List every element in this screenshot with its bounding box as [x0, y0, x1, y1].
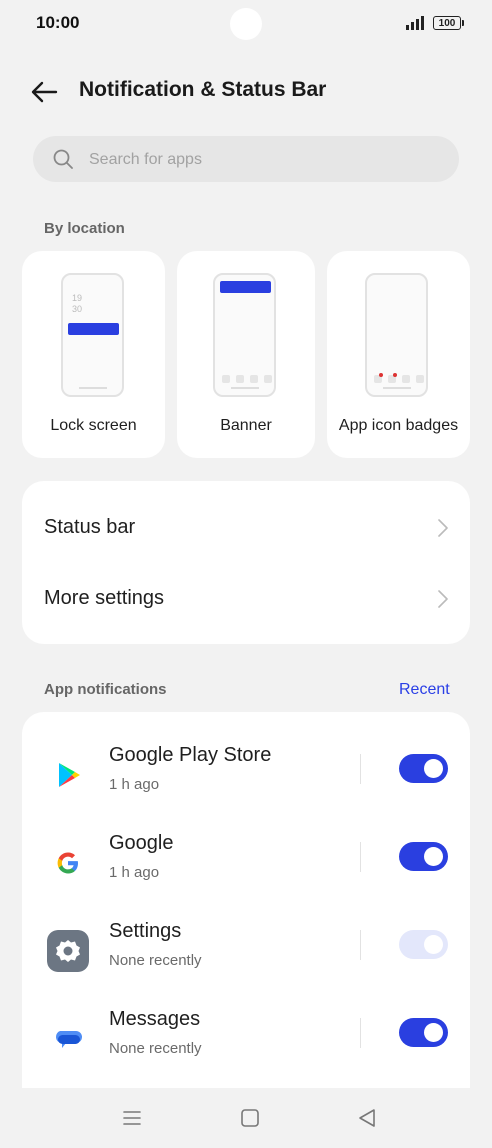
section-label-app-notifications: App notifications — [44, 681, 167, 698]
recent-apps-menu-icon[interactable] — [120, 1106, 144, 1130]
messages-icon — [47, 1018, 89, 1060]
settings-card: Status bar More settings — [22, 481, 470, 644]
page-title: Notification & Status Bar — [79, 78, 327, 101]
settings-gear-icon — [47, 930, 89, 972]
google-icon — [47, 842, 89, 884]
row-divider — [360, 1018, 361, 1048]
settings-row-status-bar[interactable]: Status bar — [22, 493, 470, 563]
toggle-knob — [424, 1023, 443, 1042]
settings-row-more-settings[interactable]: More settings — [22, 564, 470, 634]
settings-row-label: More settings — [44, 587, 165, 609]
back-arrow-icon[interactable] — [30, 78, 58, 106]
google-play-store-icon — [47, 754, 89, 796]
home-indicator — [79, 387, 107, 389]
page-header: Notification & Status Bar — [0, 68, 492, 116]
app-name: Settings — [109, 920, 182, 942]
toggle-knob — [424, 847, 443, 866]
row-divider — [360, 754, 361, 784]
app-row-messages[interactable]: Messages None recently — [22, 1004, 470, 1088]
chevron-right-icon — [438, 590, 448, 608]
banner-preview — [213, 273, 276, 397]
settings-row-label: Status bar — [44, 516, 136, 538]
app-name: Messages — [109, 1008, 201, 1030]
battery-icon: 100 — [433, 16, 461, 30]
sort-recent-button[interactable]: Recent — [399, 681, 450, 699]
app-last-notified: 1 h ago — [109, 864, 160, 881]
app-row-google[interactable]: Google 1 h ago — [22, 828, 470, 916]
location-card-lock-screen[interactable]: 19 30 Lock screen — [22, 251, 165, 458]
system-navigation-bar — [0, 1088, 492, 1148]
location-label: Banner — [220, 417, 272, 434]
back-triangle-icon[interactable] — [355, 1106, 379, 1130]
status-time: 10:00 — [36, 13, 80, 32]
location-card-banner[interactable]: Banner — [177, 251, 315, 458]
dock-icons — [222, 375, 272, 383]
app-row-google-play-store[interactable]: Google Play Store 1 h ago — [22, 740, 470, 828]
app-last-notified: 1 h ago — [109, 776, 160, 793]
app-row-settings[interactable]: Settings None recently — [22, 916, 470, 1004]
chevron-right-icon — [438, 519, 448, 537]
badges-preview — [365, 273, 428, 397]
banner-preview-bar — [220, 281, 271, 293]
notification-toggle-disabled — [399, 930, 448, 959]
app-name: Google Play Store — [109, 744, 272, 766]
battery-level: 100 — [438, 18, 456, 29]
status-bar: 10:00 100 — [0, 0, 492, 48]
search-bar[interactable] — [33, 136, 459, 184]
notification-toggle[interactable] — [399, 842, 448, 871]
toggle-knob — [424, 759, 443, 778]
dock-icons-with-badges — [374, 373, 424, 383]
battery-tip — [462, 20, 464, 26]
row-divider — [360, 930, 361, 960]
front-camera-cutout — [230, 8, 262, 40]
notification-toggle[interactable] — [399, 1018, 448, 1047]
notification-toggle[interactable] — [399, 754, 448, 783]
search-icon — [53, 149, 73, 169]
location-label: Lock screen — [50, 417, 137, 434]
app-notifications-list: Google Play Store 1 h ago Google 1 h ago… — [22, 712, 470, 1088]
row-divider — [360, 842, 361, 872]
home-indicator — [231, 387, 259, 389]
search-input[interactable] — [87, 136, 431, 184]
app-last-notified: None recently — [109, 1040, 202, 1057]
notification-preview-bar — [68, 323, 119, 335]
signal-icon — [406, 16, 424, 30]
toggle-knob — [424, 935, 443, 954]
location-card-app-icon-badges[interactable]: App icon badges — [327, 251, 470, 458]
home-indicator — [383, 387, 411, 389]
section-label-by-location: By location — [44, 220, 125, 237]
home-square-icon[interactable] — [238, 1106, 262, 1130]
app-name: Google — [109, 832, 174, 854]
lock-screen-clock: 19 30 — [72, 293, 83, 314]
location-label: App icon badges — [338, 417, 459, 434]
app-last-notified: None recently — [109, 952, 202, 969]
lock-screen-preview: 19 30 — [61, 273, 124, 397]
